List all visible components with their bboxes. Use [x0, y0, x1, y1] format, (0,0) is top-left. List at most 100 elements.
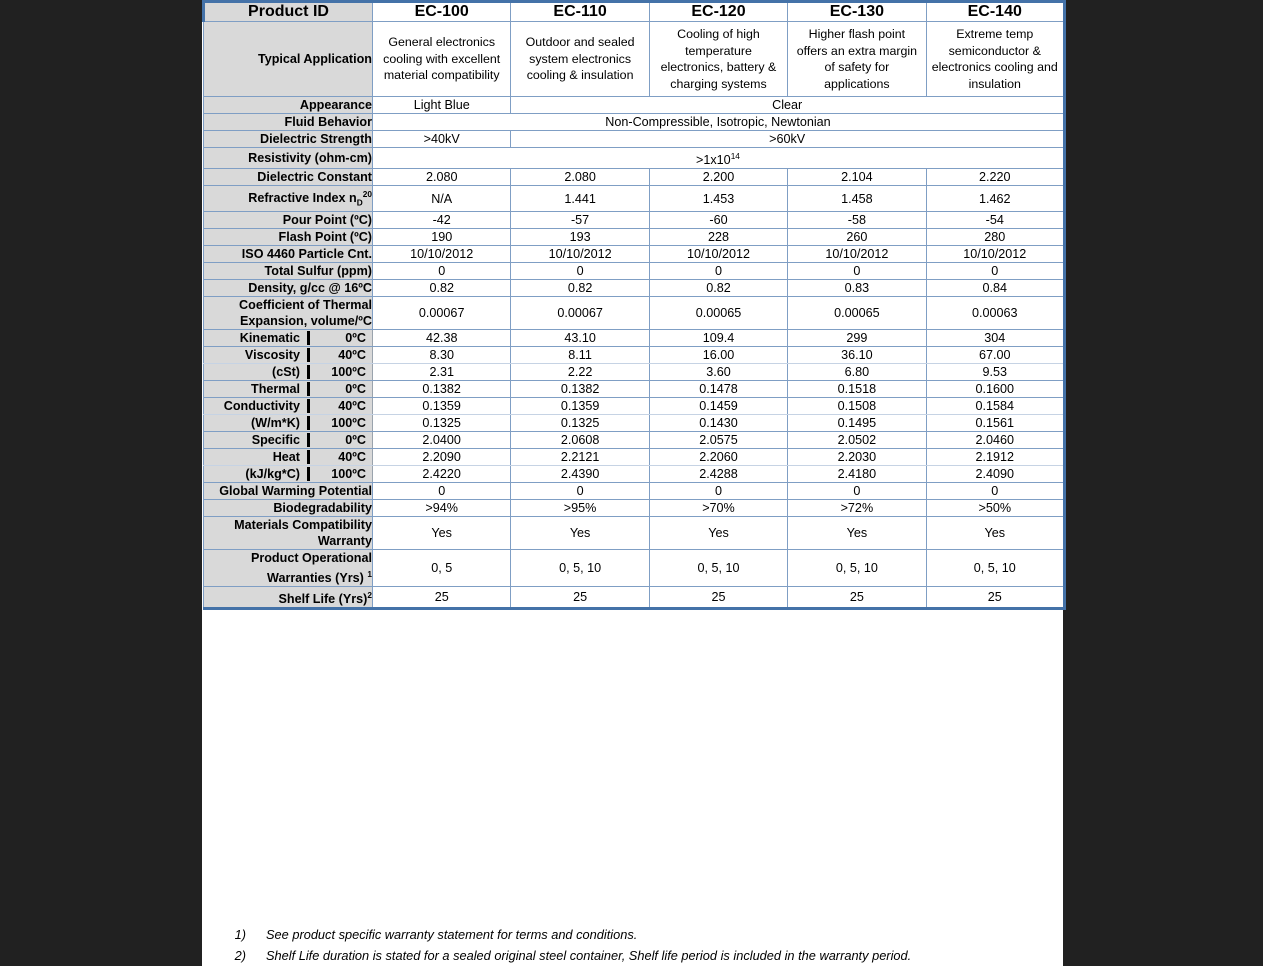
row-value-2: 2.080	[510, 168, 650, 187]
row-value-merged: Clear	[510, 96, 1066, 114]
row-value-2: 2.0608	[510, 430, 650, 449]
screenshot-stage: Product ID EC-100 EC-110 EC-120 EC-130 EC-140…	[0, 0, 1263, 966]
table-row: (cSt) 100ºC 2.31 2.22 3.60 6.80 9.53	[203, 362, 1066, 381]
row-value-5: 1.462	[925, 185, 1066, 212]
temperature-label: 0ºC	[345, 432, 366, 447]
row-value-5: >50%	[925, 498, 1066, 517]
table-row: (kJ/kg*C) 100ºC 2.4220 2.4390 2.4288 2.4180 2.…	[203, 464, 1066, 483]
table-row: Kinematic 0ºC 42.38 43.10 109.4 299 304	[203, 328, 1066, 347]
row-label-viscosity-40-c: Viscosity 40ºC	[203, 345, 373, 364]
row-value-4: 2.2030	[787, 447, 927, 466]
row-value-4: 0.00065	[787, 295, 927, 330]
row-value-3: 2.4288	[648, 464, 789, 483]
row-label-shelf-life-yrs: Shelf Life (Yrs)2	[203, 586, 373, 611]
column-header-ec-120: EC-120	[648, 0, 789, 22]
row-value-1: 0.82	[371, 278, 512, 297]
row-value-4: 6.80	[787, 362, 927, 381]
row-label-thermal-0-c: Thermal 0ºC	[203, 379, 373, 398]
row-value-4: 2.4180	[787, 464, 927, 483]
row-value-1: 2.2090	[371, 447, 512, 466]
table-row: Refractive Index nD20 N/A 1.441 1.453 1.458 1…	[203, 185, 1066, 212]
row-label-kinematic-0-c: Kinematic 0ºC	[203, 328, 373, 347]
row-label-heat-40-c: Heat 40ºC	[203, 447, 373, 466]
row-value-4: -58	[787, 210, 927, 229]
row-value-5: 2.0460	[925, 430, 1066, 449]
row-label-flash-point-c: Flash Point (ºC)	[203, 227, 373, 246]
temperature-label: 40ºC	[338, 398, 366, 413]
row-value-5: 280	[925, 227, 1066, 246]
row-label-iso-4460-particle-cnt: ISO 4460 Particle Cnt.	[203, 244, 373, 263]
row-value-1: Yes	[371, 515, 512, 550]
row-label-resistivity-ohm-cm: Resistivity (ohm-cm)	[203, 146, 373, 170]
group-name-part: Conductivity	[223, 398, 300, 413]
group-name-part: (kJ/kg*C)	[245, 466, 300, 481]
row-value-3: 10/10/2012	[648, 244, 789, 263]
row-value-2: 0.82	[510, 278, 650, 297]
group-name-part: Thermal	[251, 381, 300, 396]
row-value-2: 0.1382	[510, 379, 650, 398]
row-value-4: 0.1495	[787, 413, 927, 432]
row-value-3: 2.200	[648, 168, 789, 187]
row-value-1: 0	[371, 261, 512, 280]
row-value-1: 0.1382	[371, 379, 512, 398]
table-row: Shelf Life (Yrs)2 25 25 25 25 25	[203, 586, 1066, 611]
row-label-kj-kg-c-100-c: (kJ/kg*C) 100ºC	[203, 464, 373, 483]
row-value-3: 109.4	[648, 328, 789, 347]
group-name-part: (cSt)	[272, 364, 300, 379]
row-value-5: Extreme temp semiconductor & electronics…	[925, 21, 1066, 97]
row-value-2: 0.1359	[510, 396, 650, 415]
row-label-density-g-cc-16-c: Density, g/cc @ 16ºC	[203, 278, 373, 297]
table-row: Thermal 0ºC 0.1382 0.1382 0.1478 0.1518 0.1600	[203, 379, 1066, 398]
row-value-3: 0.1478	[648, 379, 789, 398]
table-row: Fluid Behavior Non-Compressible, Isotropi…	[203, 113, 1066, 131]
row-value-2: 0.00067	[510, 295, 650, 330]
row-value-5: 0	[925, 261, 1066, 280]
row-value-3: 0.1430	[648, 413, 789, 432]
footnote-1: 1) See product specific warranty statemen…	[202, 924, 1063, 945]
temperature-label: 100ºC	[331, 466, 366, 481]
table-row: Flash Point (ºC) 190 193 228 260 280	[203, 227, 1066, 246]
row-value-4: 2.104	[787, 168, 927, 187]
row-label-dielectric-strength: Dielectric Strength	[203, 130, 373, 148]
row-label-materials-compatibility-warranty: Materials Compatibility Warranty	[203, 515, 373, 550]
row-value-merged: >60kV	[510, 130, 1066, 148]
column-header-ec-110: EC-110	[510, 0, 650, 22]
row-value-3: 3.60	[648, 362, 789, 381]
row-value-4: 2.0502	[787, 430, 927, 449]
row-value-4: Yes	[787, 515, 927, 550]
row-value-3: 0	[648, 481, 789, 500]
row-label-coefficient-of-thermal-expansion-volume-c: Coefficient of Thermal Expansion, volume…	[203, 295, 373, 330]
group-name-part: Kinematic	[239, 330, 300, 345]
footnotes-block: 1) See product specific warranty statemen…	[202, 921, 1063, 966]
footnote-text: Shelf Life duration is stated for a seal…	[266, 948, 912, 963]
footnote-number: 1)	[234, 927, 246, 942]
row-value-2: -57	[510, 210, 650, 229]
table-row: Specific 0ºC 2.0400 2.0608 2.0575 2.0502 2.046…	[203, 430, 1066, 449]
row-value-4: 0.1518	[787, 379, 927, 398]
group-name-part: Heat	[272, 449, 300, 464]
table-row: Dielectric Constant 2.080 2.080 2.200 2.104 2…	[203, 168, 1066, 187]
product-specification-table: Product ID EC-100 EC-110 EC-120 EC-130 EC-140…	[202, 0, 1066, 611]
row-label-cst-100-c: (cSt) 100ºC	[203, 362, 373, 381]
column-header-ec-140: EC-140	[925, 0, 1066, 22]
row-value-1: 0.1359	[371, 396, 512, 415]
row-value-5: 2.1912	[925, 447, 1066, 466]
column-header-ec-100: EC-100	[371, 0, 512, 22]
table-row: Materials Compatibility Warranty Yes Yes Ye…	[203, 515, 1066, 550]
row-value-4: 0	[787, 261, 927, 280]
temperature-label: 40ºC	[338, 347, 366, 362]
row-label-w-m-k-100-c: (W/m*K) 100ºC	[203, 413, 373, 432]
table-row: Density, g/cc @ 16ºC 0.82 0.82 0.82 0.83 0.84	[203, 278, 1066, 297]
row-value-3: 0.00065	[648, 295, 789, 330]
row-label-pour-point-c: Pour Point (ºC)	[203, 210, 373, 229]
row-value-1: 25	[371, 586, 512, 611]
row-value-5: -54	[925, 210, 1066, 229]
spec-sheet: Product ID EC-100 EC-110 EC-120 EC-130 EC-140…	[202, 0, 1066, 960]
table-row: ISO 4460 Particle Cnt. 10/10/2012 10/10/20…	[203, 244, 1066, 263]
table-row: Total Sulfur (ppm) 0 0 0 0 0	[203, 261, 1066, 280]
row-value-2: 193	[510, 227, 650, 246]
row-value-2: 25	[510, 586, 650, 611]
table-header-row: Product ID EC-100 EC-110 EC-120 EC-130 EC-140	[202, 0, 1066, 22]
table-row: Pour Point (ºC) -42 -57 -60 -58 -54	[203, 210, 1066, 229]
row-value-1: Light Blue	[371, 96, 512, 114]
